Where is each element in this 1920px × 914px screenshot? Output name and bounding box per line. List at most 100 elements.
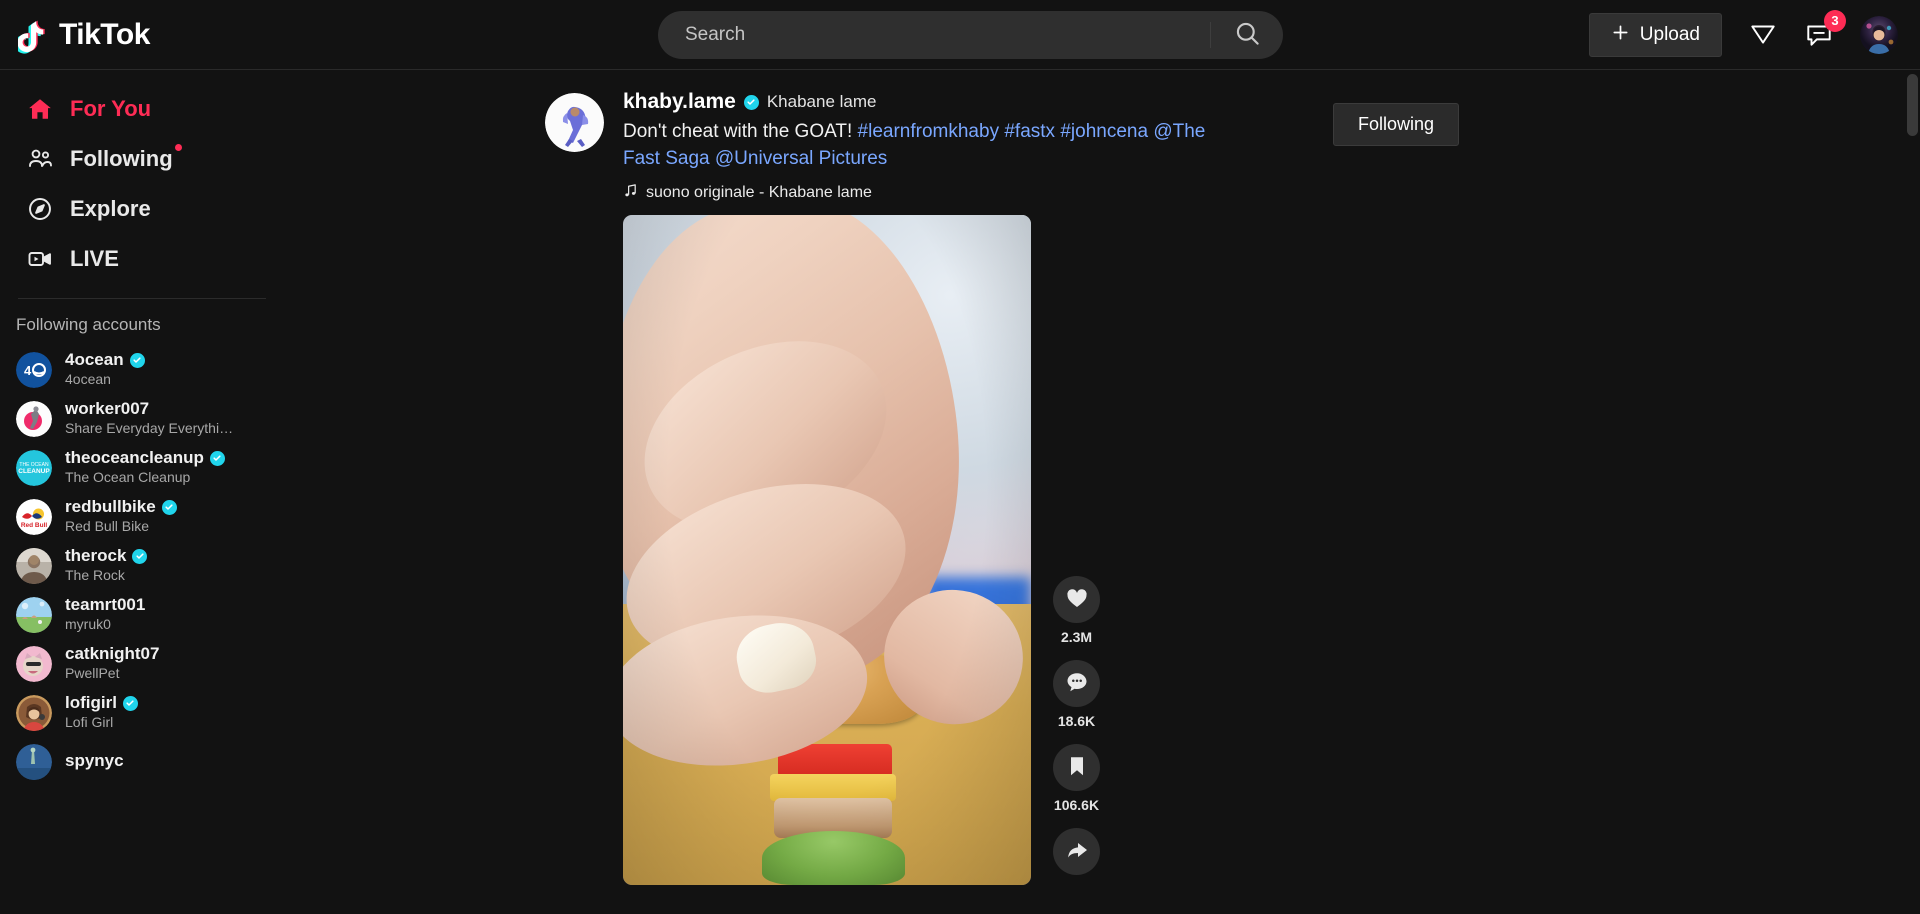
account-name: lofigirl (65, 693, 138, 713)
list-item-text: redbullbike Red Bull Bike (65, 497, 177, 536)
lofigirl-art (16, 694, 52, 731)
list-item[interactable]: spynyc (0, 737, 290, 786)
account-handle: catknight07 (65, 643, 160, 663)
hashtag-fastx[interactable]: #fastx (1004, 121, 1055, 142)
people-icon (24, 146, 56, 172)
catknight07-photo (16, 645, 52, 682)
main-feed: khaby.lame Khabane lame Don't cheat with… (290, 70, 1910, 914)
svg-text:4: 4 (24, 363, 32, 378)
follow-button[interactable]: Following (1332, 103, 1459, 146)
share-button[interactable] (1053, 827, 1100, 875)
music-row[interactable]: suono originale - Khabane lame (623, 183, 1665, 203)
bookmark-action: 106.6K (1053, 743, 1100, 813)
list-item[interactable]: teamrt001 myruk0 (0, 590, 290, 639)
verified-badge-icon (743, 94, 759, 110)
caption-text: Don't cheat with the GOAT! (623, 121, 858, 142)
list-item-text: therock The Rock (65, 545, 148, 585)
verified-badge-icon (129, 352, 145, 368)
post-header: khaby.lame Khabane lame Don't cheat with… (545, 90, 1665, 203)
svg-text:CLEANUP: CLEANUP (18, 468, 50, 475)
upload-label: Upload (1639, 24, 1700, 45)
account-handle: theoceancleanup (65, 447, 204, 467)
header-actions: Upload 3 (1588, 0, 1898, 70)
like-action: 2.3M (1053, 575, 1100, 645)
list-item[interactable]: therock The Rock (0, 541, 290, 590)
bookmark-button[interactable] (1053, 743, 1100, 791)
list-item-text: lofigirl Lofi Girl (65, 693, 138, 732)
mention-universal-pictures[interactable]: @Universal Pictures (715, 148, 887, 169)
sidebar-label-live: LIVE (70, 246, 119, 271)
author-username[interactable]: khaby.lame (623, 90, 736, 114)
search-input[interactable] (658, 24, 1210, 46)
list-item-text: spynyc (65, 751, 124, 771)
comment-icon (1065, 670, 1089, 697)
tiktok-wordmark: TikTok (59, 17, 150, 51)
sidebar-label-following: Following (70, 144, 182, 172)
live-video-icon (24, 246, 56, 272)
account-handle: therock (65, 545, 127, 565)
page-scrollbar[interactable] (1907, 74, 1918, 136)
sidebar-item-live[interactable]: LIVE (0, 234, 290, 284)
account-handle: spynyc (65, 751, 124, 771)
video-player[interactable] (623, 214, 1031, 885)
account-name: worker007 (65, 399, 233, 419)
account-handle: 4ocean (65, 349, 124, 369)
hashtag-johncena[interactable]: #johncena (1060, 121, 1148, 142)
video-post: khaby.lame Khabane lame Don't cheat with… (545, 90, 1665, 885)
oceancleanup-logo: THE OCEAN CLEANUP (16, 449, 52, 486)
bookmark-icon (1065, 754, 1089, 781)
list-item[interactable]: Red Bull redbullbike Red Bull Bike (0, 492, 290, 541)
sidebar-item-explore[interactable]: Explore (0, 184, 290, 234)
worker007-logo (16, 400, 52, 437)
account-handle: lofigirl (65, 692, 117, 712)
comment-count: 18.6K (1057, 712, 1096, 729)
list-item[interactable]: worker007 Share Everyday Everythi… (0, 394, 290, 443)
verified-badge-icon (122, 695, 138, 711)
hashtag-learnfromkhaby[interactable]: #learnfromkhaby (858, 121, 1000, 142)
following-accounts-title: Following accounts (16, 315, 161, 334)
search-button[interactable] (1211, 11, 1283, 59)
upload-button[interactable]: Upload (1588, 13, 1722, 57)
list-item[interactable]: THE OCEAN CLEANUP theoceancleanup The Oc… (0, 443, 290, 492)
paper-plane-icon (1748, 19, 1778, 52)
list-item[interactable]: lofigirl Lofi Girl (0, 688, 290, 737)
account-subtitle: myruk0 (65, 616, 111, 633)
comment-button[interactable] (1053, 659, 1100, 707)
account-subtitle: PwellPet (65, 665, 120, 682)
music-label: suono originale - Khabane lame (646, 183, 872, 201)
top-header: TikTok Upload (0, 0, 1920, 70)
post-author-avatar[interactable] (545, 93, 604, 152)
home-icon (24, 96, 56, 122)
teamrt001-photo (16, 596, 52, 633)
post-content: khaby.lame Khabane lame Don't cheat with… (623, 90, 1665, 203)
sidebar-item-for-you[interactable]: For You (0, 84, 290, 134)
messages-button[interactable]: 3 (1804, 9, 1846, 52)
4ocean-logo: 4 (16, 351, 52, 388)
sidebar-label-explore: Explore (70, 196, 151, 221)
tiktok-logo[interactable]: TikTok (14, 16, 258, 54)
account-name: teamrt001 (65, 595, 145, 615)
author-row: khaby.lame Khabane lame (623, 90, 1665, 114)
sidebar-label-for-you: For You (70, 96, 152, 121)
account-name: 4ocean (65, 350, 145, 370)
plus-icon (1611, 23, 1630, 48)
list-item[interactable]: catknight07 PwellPet (0, 639, 290, 688)
sidebar-item-following[interactable]: Following (0, 134, 290, 184)
search-bar[interactable] (658, 11, 1283, 59)
list-item[interactable]: 4 4ocean 4ocean (0, 345, 290, 394)
messages-badge: 3 (1824, 9, 1846, 32)
heart-icon (1065, 586, 1089, 613)
account-subtitle: Share Everyday Everythi… (65, 420, 234, 437)
sidebar-following-text: Following (70, 146, 173, 171)
video-row: 2.3M 18.6K 106.6K (623, 214, 1665, 885)
author-nickname: Khabane lame (766, 92, 877, 111)
list-item-text: 4ocean 4ocean (65, 350, 145, 389)
like-button[interactable] (1053, 575, 1100, 623)
verified-badge-icon (161, 499, 177, 515)
list-item-text: catknight07 PwellPet (65, 644, 159, 683)
account-subtitle: Lofi Girl (65, 714, 114, 731)
search-icon (1234, 20, 1261, 50)
verified-badge-icon (209, 450, 225, 466)
send-button[interactable] (1748, 19, 1778, 52)
profile-avatar[interactable] (1860, 16, 1898, 54)
